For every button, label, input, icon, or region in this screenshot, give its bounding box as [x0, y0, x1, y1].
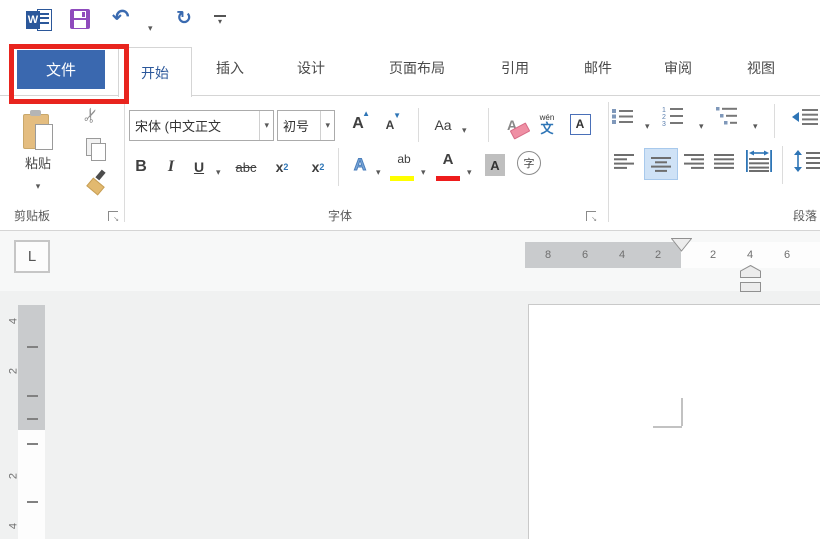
clear-formatting-icon[interactable]: A: [498, 110, 526, 140]
highlight-color-bar: [390, 176, 414, 181]
undo-dropdown-icon[interactable]: [148, 18, 153, 36]
grow-font-button[interactable]: A ▲: [344, 110, 372, 138]
bold-button[interactable]: B: [126, 150, 156, 184]
phonetic-guide-icon[interactable]: wén 文: [534, 106, 560, 142]
subscript-button[interactable]: x2: [266, 150, 298, 184]
redo-icon[interactable]: [176, 7, 192, 30]
tab-review[interactable]: 审阅: [664, 58, 692, 78]
bullets-dropdown-icon[interactable]: [645, 116, 650, 134]
align-center-button[interactable]: [644, 148, 678, 180]
tab-mailings[interactable]: 邮件: [584, 58, 612, 78]
customize-qat-icon[interactable]: [214, 15, 226, 29]
align-right-icon[interactable]: [684, 154, 704, 169]
font-name-combo[interactable]: 宋体 (中文正文: [129, 110, 274, 141]
distributed-icon[interactable]: [746, 150, 772, 172]
change-case-dropdown-icon[interactable]: [462, 120, 467, 138]
align-left-icon[interactable]: [614, 154, 634, 169]
multilevel-dropdown-icon[interactable]: [753, 116, 758, 134]
font-color-icon[interactable]: A: [434, 146, 462, 172]
left-indent-marker[interactable]: [740, 279, 761, 297]
superscript-button[interactable]: x2: [302, 150, 334, 184]
tab-insert[interactable]: 插入: [216, 58, 244, 78]
tab-view[interactable]: 视图: [747, 58, 775, 78]
strikethrough-button[interactable]: abc: [228, 150, 264, 184]
font-group-label: 字体: [300, 207, 380, 224]
italic-button[interactable]: I: [160, 150, 182, 184]
justify-icon[interactable]: [714, 154, 734, 169]
enclose-characters-icon[interactable]: 字: [514, 148, 544, 178]
vertical-ruler-text-area[interactable]: [18, 430, 45, 539]
vertical-ruler-margin[interactable]: [18, 305, 45, 430]
tab-design[interactable]: 设计: [297, 58, 325, 78]
cut-icon[interactable]: [84, 104, 100, 127]
svg-text:1: 1: [662, 107, 666, 114]
copy-icon[interactable]: [86, 138, 106, 160]
numbering-dropdown-icon[interactable]: [699, 116, 704, 134]
decrease-indent-icon[interactable]: [790, 108, 818, 126]
undo-icon[interactable]: [112, 5, 130, 30]
underline-button[interactable]: U: [186, 150, 212, 184]
tab-stop-selector[interactable]: L: [14, 240, 50, 273]
clipboard-group-label: 剪贴板: [14, 207, 50, 224]
word-logo-icon: W: [26, 8, 52, 32]
document-workspace: L 8 6 4 2 2 4 6 4 2 2 4: [0, 231, 820, 539]
word-logo-letter: W: [26, 11, 40, 29]
save-icon[interactable]: [70, 9, 90, 29]
text-effects-dropdown-icon[interactable]: [376, 162, 381, 180]
paragraph-group-label: 段落: [793, 207, 817, 224]
document-page[interactable]: [528, 304, 820, 539]
format-painter-icon[interactable]: [86, 170, 108, 194]
highlight-dropdown-icon[interactable]: [421, 162, 426, 180]
tab-home[interactable]: 开始: [118, 47, 192, 97]
tab-page-layout[interactable]: 页面布局: [389, 58, 445, 78]
margin-crop-mark: [653, 426, 682, 428]
word-window: W 文件 开始 插入 设计 页面布局 引用 邮件 审阅 视图 粘贴: [0, 0, 820, 539]
first-line-indent-marker[interactable]: [671, 238, 692, 257]
underline-dropdown-icon[interactable]: [216, 162, 221, 180]
font-color-dropdown-icon[interactable]: [467, 162, 472, 180]
font-name-dropdown-icon[interactable]: [259, 111, 273, 140]
annotation-box: [9, 44, 129, 104]
paste-dropdown-icon[interactable]: [36, 176, 41, 194]
font-name-value: 宋体 (中文正文: [130, 116, 259, 135]
font-size-value: 初号: [278, 116, 320, 135]
paste-label: 粘贴: [25, 153, 51, 172]
paste-icon: [23, 110, 53, 150]
font-dialog-launcher-icon[interactable]: [586, 211, 596, 221]
font-color-bar: [436, 176, 460, 181]
numbering-icon[interactable]: 1 2 3: [662, 106, 684, 126]
line-spacing-icon[interactable]: [794, 150, 820, 172]
font-size-combo[interactable]: 初号: [277, 110, 335, 141]
horizontal-ruler-margin[interactable]: 8 6 4 2: [525, 242, 681, 268]
svg-text:3: 3: [662, 121, 666, 126]
character-shading-icon[interactable]: A: [482, 150, 508, 180]
character-border-icon[interactable]: A: [566, 110, 594, 138]
clipboard-dialog-launcher-icon[interactable]: [108, 211, 118, 221]
highlight-color-icon[interactable]: ab: [390, 146, 418, 172]
paste-button[interactable]: 粘贴: [8, 102, 68, 202]
shrink-font-button[interactable]: A ▼: [377, 112, 403, 138]
tab-references[interactable]: 引用: [501, 58, 529, 78]
multilevel-list-icon[interactable]: [716, 106, 738, 126]
text-effects-icon[interactable]: A: [346, 148, 374, 182]
font-size-dropdown-icon[interactable]: [320, 111, 334, 140]
bullets-icon[interactable]: [612, 108, 634, 125]
ribbon: 粘贴 剪贴板 宋体 (中文正文 初号 A ▲ A ▼: [0, 96, 820, 231]
margin-crop-mark: [681, 398, 683, 426]
quick-access-toolbar: W: [0, 0, 820, 44]
group-divider: [608, 102, 609, 222]
group-divider: [124, 102, 125, 222]
change-case-button[interactable]: Aa: [428, 112, 458, 138]
svg-text:2: 2: [662, 114, 666, 121]
